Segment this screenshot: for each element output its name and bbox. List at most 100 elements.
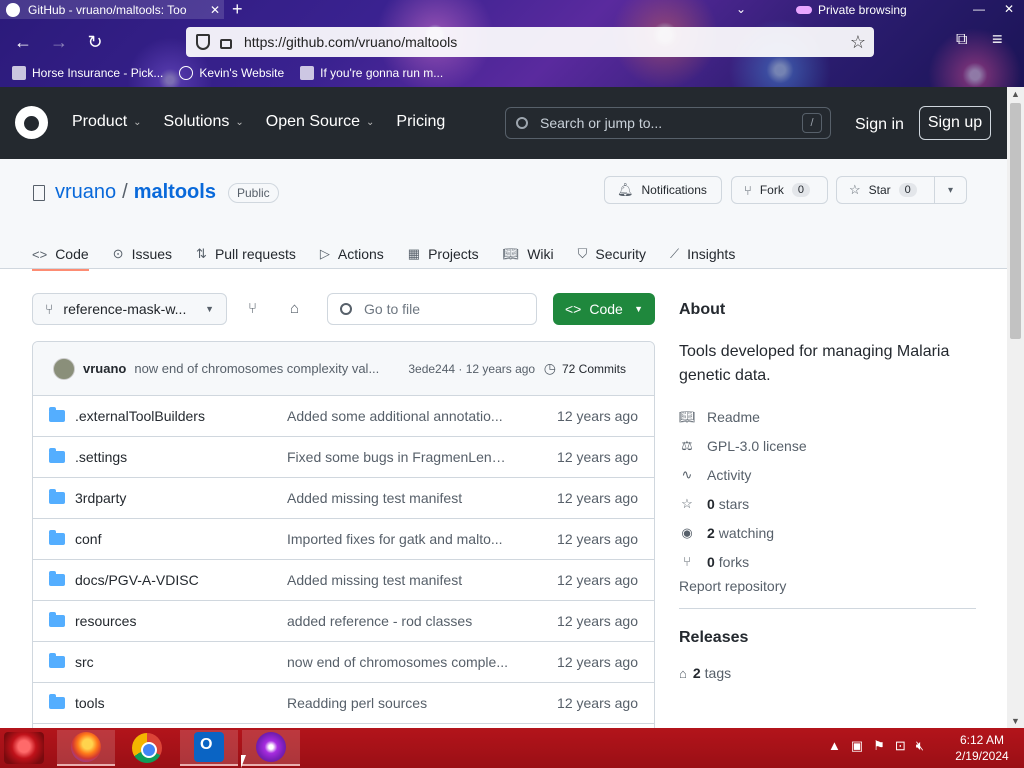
- page-scrollbar[interactable]: ▲ ▼: [1007, 87, 1024, 728]
- flag-icon[interactable]: ⚑: [873, 738, 885, 754]
- file-name-link[interactable]: 3rdparty: [75, 490, 287, 506]
- tab-code[interactable]: <> Code: [32, 239, 89, 271]
- address-bar[interactable]: https://github.com/vruano/maltools ☆: [186, 27, 874, 57]
- stars-link[interactable]: ☆ 0 stars: [679, 489, 976, 518]
- tab-list-button[interactable]: ⌄: [736, 0, 746, 18]
- hamburger-menu-icon[interactable]: ≡: [992, 29, 1003, 50]
- connection-icon[interactable]: ⊡: [895, 738, 906, 754]
- table-row[interactable]: conf Imported fixes for gatk and malto...…: [33, 519, 654, 560]
- bookmark-item[interactable]: Horse Insurance - Pick...: [12, 66, 163, 80]
- start-button[interactable]: [4, 732, 44, 764]
- license-link[interactable]: ⚖ GPL-3.0 license: [679, 431, 976, 460]
- taskbar-outlook[interactable]: [180, 730, 238, 766]
- eye-icon: ◉: [681, 524, 693, 540]
- taskbar-firefox-private[interactable]: [242, 730, 300, 766]
- browser-tab[interactable]: GitHub - vruano/maltools: Too ✕: [0, 0, 224, 19]
- scrollbar-thumb[interactable]: [1010, 103, 1021, 339]
- taskbar-firefox[interactable]: [57, 730, 115, 766]
- repo-owner-link[interactable]: vruano: [55, 181, 116, 204]
- file-commit-message-link[interactable]: Added some additional annotatio...: [287, 408, 509, 424]
- tray-expand-icon[interactable]: ▲: [828, 738, 841, 754]
- file-name-link[interactable]: resources: [75, 613, 287, 629]
- url-text[interactable]: https://github.com/vruano/maltools: [244, 34, 850, 50]
- file-name-link[interactable]: conf: [75, 531, 287, 547]
- table-row[interactable]: .settings Fixed some bugs in FragmenLengt…: [33, 437, 654, 478]
- file-commit-message-link[interactable]: added reference - rod classes: [287, 613, 509, 629]
- forward-arrow-icon[interactable]: →: [48, 31, 70, 53]
- star-dropdown-icon[interactable]: ▾: [934, 177, 966, 203]
- star-button[interactable]: ☆ Star 0 ▾: [836, 176, 967, 204]
- tags-link[interactable]: ⌂ 2 tags: [679, 665, 976, 681]
- sign-in-link[interactable]: Sign in: [855, 116, 904, 134]
- readme-link[interactable]: 📖︎ Readme: [679, 402, 976, 431]
- notifications-button[interactable]: 🔔︎ Notifications: [604, 176, 722, 204]
- fork-button[interactable]: ⑂ Fork 0: [731, 176, 828, 204]
- commit-author-link[interactable]: vruano: [83, 361, 126, 376]
- table-row[interactable]: 3rdparty Added missing test manifest 12 ye…: [33, 478, 654, 519]
- tab-actions[interactable]: ▷ Actions: [320, 239, 384, 269]
- sign-up-button[interactable]: Sign up: [919, 106, 991, 140]
- extensions-icon[interactable]: ⧉: [956, 31, 967, 49]
- lock-icon[interactable]: [220, 39, 232, 49]
- nav-solutions[interactable]: Solutions ⌄: [164, 113, 244, 131]
- file-name-link[interactable]: docs/PGV-A-VDISC: [75, 572, 287, 588]
- file-commit-message-link[interactable]: Imported fixes for gatk and malto...: [287, 531, 509, 547]
- report-repository-link[interactable]: Report repository: [679, 578, 976, 594]
- nav-pricing[interactable]: Pricing: [396, 113, 445, 131]
- forks-link[interactable]: ⑂ 0 forks: [679, 547, 976, 576]
- tag-icon[interactable]: ⌂: [290, 300, 299, 317]
- table-row[interactable]: docs/PGV-A-VDISC Added missing test manif…: [33, 560, 654, 601]
- file-name-link[interactable]: tools: [75, 695, 287, 711]
- close-window-button[interactable]: ✕: [994, 0, 1024, 19]
- table-row[interactable]: src now end of chromosomes comple... 12 ye…: [33, 642, 654, 683]
- commits-link[interactable]: ◷ 72 Commits: [544, 360, 626, 377]
- activity-link[interactable]: ∿ Activity: [679, 460, 976, 489]
- table-row[interactable]: resources added reference - rod classes 12…: [33, 601, 654, 642]
- repo-name-link[interactable]: maltools: [134, 181, 216, 204]
- file-commit-message-link[interactable]: Readding perl sources: [287, 695, 509, 711]
- new-tab-button[interactable]: +: [232, 0, 243, 19]
- branches-icon[interactable]: ⑂: [248, 300, 257, 317]
- taskbar-chrome[interactable]: [118, 730, 176, 766]
- watching-link[interactable]: ◉ 2 watching: [679, 518, 976, 547]
- tab-wiki[interactable]: 📖︎ Wiki: [503, 239, 554, 269]
- network-icon[interactable]: ▣: [851, 738, 863, 754]
- taskbar-clock[interactable]: 6:12 AM 2/19/2024: [948, 732, 1016, 764]
- bookmark-star-icon[interactable]: ☆: [850, 32, 866, 53]
- file-name-link[interactable]: src: [75, 654, 287, 670]
- commit-sha-time[interactable]: 3ede244 · 12 years ago: [408, 362, 535, 376]
- file-name-link[interactable]: .externalToolBuilders: [75, 408, 287, 424]
- tracking-shield-icon[interactable]: [196, 34, 210, 50]
- scroll-down-icon[interactable]: ▼: [1011, 716, 1020, 726]
- bookmark-item[interactable]: Kevin's Website: [179, 66, 284, 80]
- volume-muted-icon[interactable]: 🔇︎: [916, 738, 924, 754]
- search-input[interactable]: Search or jump to... /: [505, 107, 831, 139]
- code-dropdown-button[interactable]: <> Code ▼: [553, 293, 655, 325]
- file-commit-message-link[interactable]: Added missing test manifest: [287, 572, 509, 588]
- back-arrow-icon[interactable]: ←: [12, 31, 34, 53]
- nav-product[interactable]: Product ⌄: [72, 113, 142, 131]
- avatar[interactable]: [53, 357, 75, 380]
- table-row[interactable]: .externalToolBuilders Added some addition…: [33, 396, 654, 437]
- releases-heading[interactable]: Releases: [679, 629, 976, 647]
- tab-close-icon[interactable]: ✕: [206, 3, 224, 17]
- tab-pull-requests[interactable]: ⇅ Pull requests: [196, 239, 296, 269]
- commit-message-link[interactable]: now end of chromosomes complexity val...: [134, 361, 396, 376]
- tab-projects[interactable]: ▦ Projects: [408, 239, 479, 269]
- tab-security[interactable]: ⛉ Security: [578, 239, 646, 269]
- file-commit-message-link[interactable]: Fixed some bugs in FragmenLengt...: [287, 449, 509, 465]
- tab-issues[interactable]: ⊙ Issues: [113, 239, 172, 269]
- file-commit-message-link[interactable]: now end of chromosomes comple...: [287, 654, 509, 670]
- scroll-up-icon[interactable]: ▲: [1011, 89, 1020, 99]
- bookmark-item[interactable]: If you're gonna run m...: [300, 66, 443, 80]
- go-to-file-input[interactable]: Go to file: [327, 293, 537, 325]
- minimize-button[interactable]: —: [964, 0, 994, 19]
- github-logo-icon[interactable]: [15, 106, 48, 139]
- file-name-link[interactable]: .settings: [75, 449, 287, 465]
- nav-open-source[interactable]: Open Source ⌄: [266, 113, 375, 131]
- file-commit-message-link[interactable]: Added missing test manifest: [287, 490, 509, 506]
- tab-insights[interactable]: ⟋ Insights: [670, 239, 735, 269]
- reload-icon[interactable]: ↻: [84, 31, 106, 53]
- branch-selector[interactable]: ⑂ reference-mask-w... ▼: [32, 293, 227, 325]
- table-row[interactable]: tools Readding perl sources 12 years ago: [33, 683, 654, 724]
